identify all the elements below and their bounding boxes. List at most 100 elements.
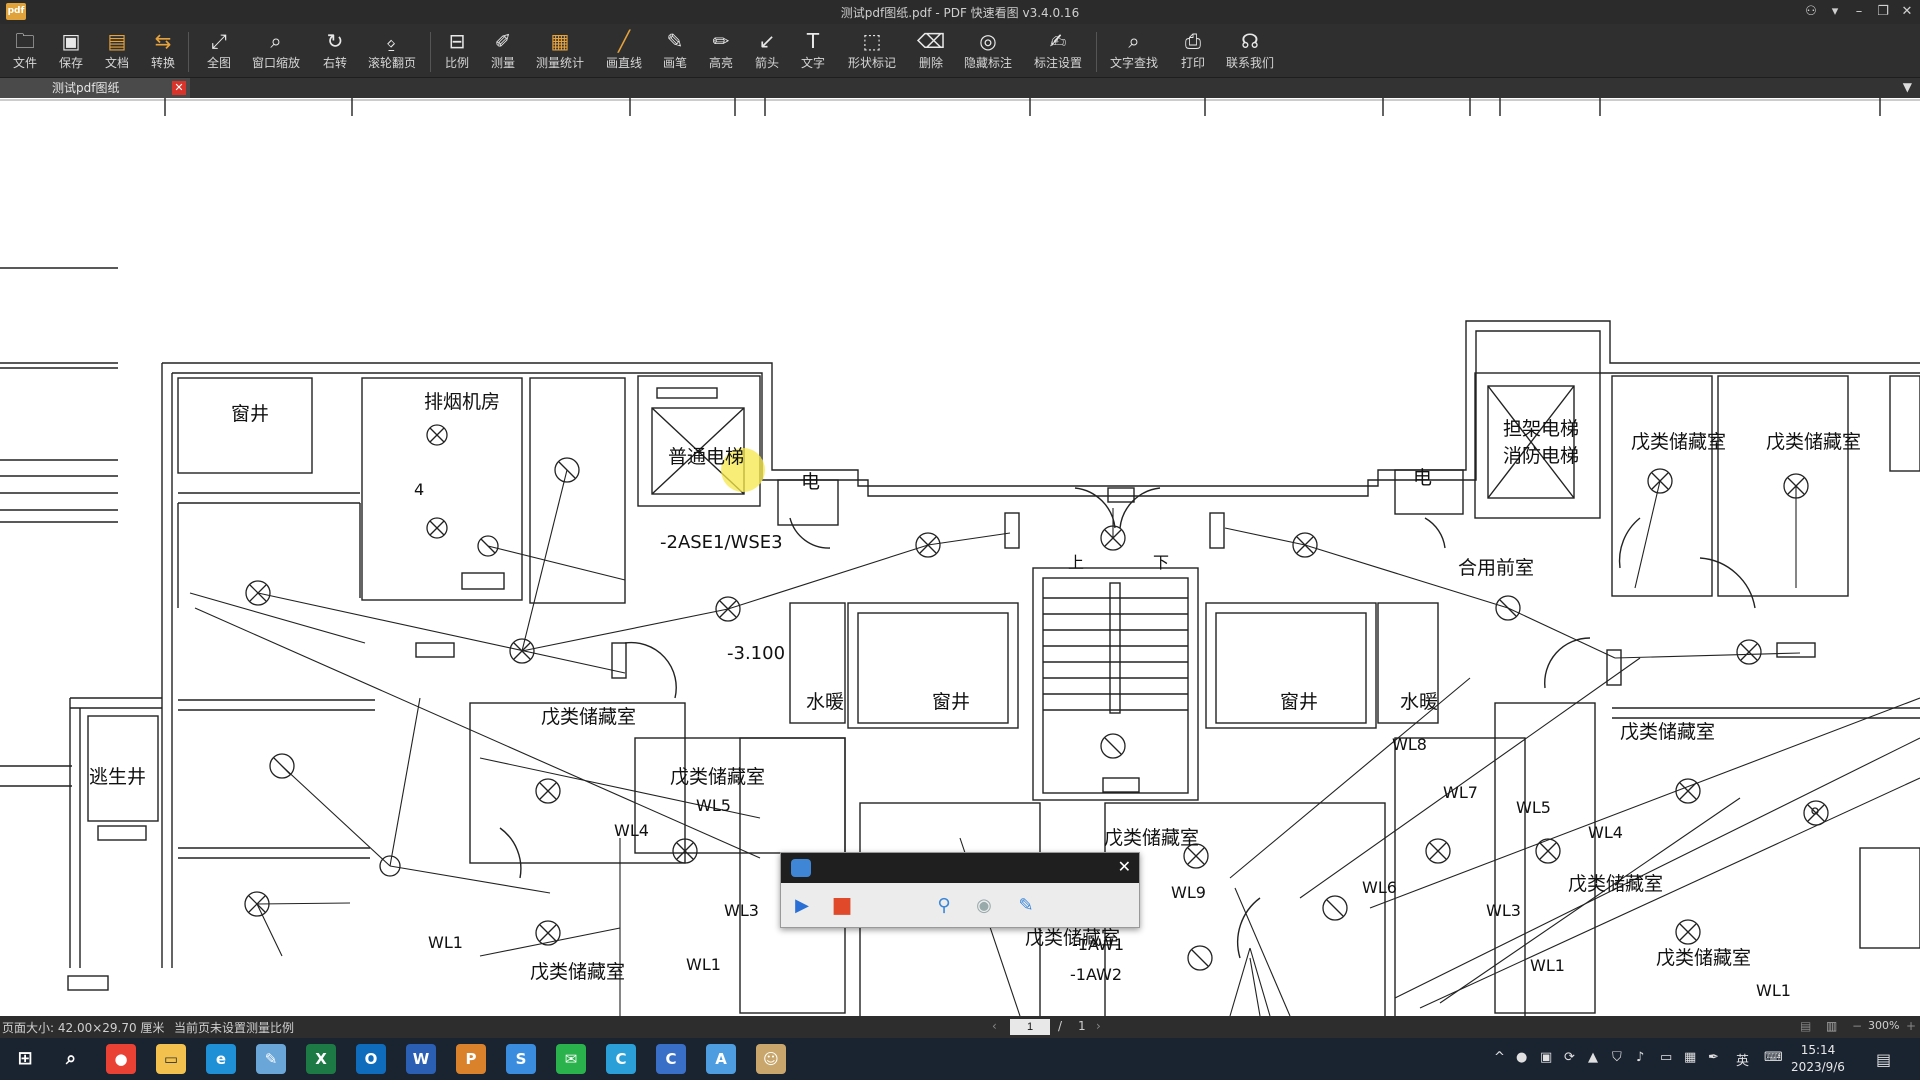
svg-text:电: 电 [1413, 467, 1432, 489]
svg-text:WL1: WL1 [1756, 981, 1791, 1000]
pen-input-icon[interactable]: ✒ [1708, 1050, 1719, 1065]
toolbar-label: 画笔 [662, 56, 687, 70]
toolbar-rotate-button[interactable]: ↻ 右转 [316, 28, 354, 76]
toolbar-wheel-page-button[interactable]: ⍚ 滚轮翻页 [364, 28, 420, 76]
file-explorer-icon[interactable]: ▭ [156, 1044, 186, 1074]
edge-icon[interactable]: e [206, 1044, 236, 1074]
toolbar-convert-button[interactable]: ⇆ 转换 [144, 28, 182, 76]
webcam-icon[interactable]: ◉ [971, 893, 997, 919]
avatar-app-icon[interactable]: ☺ [756, 1044, 786, 1074]
cad-viewer-icon[interactable]: C [656, 1044, 686, 1074]
svg-text:上: 上 [1068, 553, 1084, 572]
tab-close-icon[interactable]: ✕ [172, 81, 186, 95]
svg-text:WL8: WL8 [1392, 735, 1427, 754]
tray-security-icon[interactable]: ⛉ [1612, 1050, 1622, 1065]
toolbar-hide-annotation-button[interactable]: ◎ 隐藏标注 [960, 28, 1016, 76]
pen-annotate-icon[interactable]: ✎ [1013, 893, 1039, 919]
pin-icon[interactable]: ⚲ [931, 893, 957, 919]
ime-indicator[interactable]: 英 [1736, 1050, 1749, 1069]
system-clock[interactable]: 15:14 2023/9/6 [1788, 1042, 1848, 1076]
chrome-icon[interactable]: ● [106, 1044, 136, 1074]
recorder-close-icon[interactable]: ✕ [1118, 857, 1131, 876]
toolbar-print-button[interactable]: ⎙ 打印 [1174, 28, 1212, 76]
close-window-button[interactable]: ✕ [1896, 2, 1918, 22]
notification-icon[interactable]: ▤ [1876, 1050, 1891, 1069]
tray-outlook-icon[interactable]: ▣ [1540, 1050, 1552, 1065]
toolbar-measure-stats-button[interactable]: ▦ 测量统计 [532, 28, 588, 76]
arc-app-icon[interactable]: A [706, 1044, 736, 1074]
toolbar-measure-button[interactable]: ✐ 测量 [484, 28, 522, 76]
toolbar-text-search-button[interactable]: ⌕ 文字查找 [1106, 28, 1162, 76]
tray-sync-icon[interactable]: ⟳ [1564, 1050, 1575, 1065]
svg-text:-1AW2: -1AW2 [1070, 965, 1122, 984]
toolbar-zoom-window-button[interactable]: ⌕ 窗口缩放 [248, 28, 304, 76]
folder-icon: 🗀 [15, 29, 35, 53]
toolbar-text-button[interactable]: T 文字 [794, 28, 832, 76]
next-page-icon[interactable]: › [1096, 1019, 1101, 1033]
browser-360-icon[interactable]: C [606, 1044, 636, 1074]
recorder-header[interactable]: ✕ [781, 853, 1139, 883]
toolbar-save-button[interactable]: ▣ 保存 [52, 28, 90, 76]
outlook-icon[interactable]: O [356, 1044, 386, 1074]
toolbar-delete-button[interactable]: ⌫ 删除 [912, 28, 950, 76]
maximize-button[interactable]: ❐ [1872, 2, 1894, 22]
menu-dropdown-icon[interactable]: ▾ [1824, 2, 1846, 22]
pdf-viewer-icon[interactable]: P [456, 1044, 486, 1074]
svg-text:WL1: WL1 [428, 933, 463, 952]
toolbar-label: 测量 [490, 56, 515, 70]
store-app-icon[interactable]: S [506, 1044, 536, 1074]
view-mode-icon[interactable]: ▤ [1800, 1019, 1811, 1033]
hide-annotation-icon: ◎ [979, 29, 997, 53]
svg-text:-2ASE1/WSE3: -2ASE1/WSE3 [660, 532, 783, 553]
toolbar-scale-button[interactable]: ⊟ 比例 [438, 28, 476, 76]
toolbar-label: 删除 [918, 56, 943, 70]
screen-recorder-panel[interactable]: ✕ ▶ ■ ⚲ ◉ ✎ [780, 852, 1140, 928]
zoom-in-icon[interactable]: + [1906, 1019, 1916, 1033]
record-stop-button[interactable]: ■ [829, 893, 855, 919]
user-icon[interactable]: ⚇ [1800, 2, 1822, 22]
word-icon[interactable]: W [406, 1044, 436, 1074]
svg-text:戊类储藏室: 戊类储藏室 [1568, 873, 1663, 895]
network-icon[interactable]: ▭ [1660, 1050, 1672, 1065]
toolbar-label: 全图 [206, 56, 231, 70]
minimize-button[interactable]: – [1848, 2, 1870, 22]
view-mode-alt-icon[interactable]: ▥ [1826, 1019, 1837, 1033]
tab-document[interactable]: 测试pdf图纸 [0, 78, 190, 98]
toolbar-highlight-button[interactable]: ✏ 高亮 [702, 28, 740, 76]
svg-text:电: 电 [801, 471, 820, 493]
page-separator: / [1058, 1019, 1063, 1033]
tab-label: 测试pdf图纸 [52, 81, 120, 95]
svg-text:-1AW1: -1AW1 [1072, 935, 1124, 954]
page-number-input[interactable] [1010, 1019, 1050, 1035]
wechat-icon[interactable]: ✉ [556, 1044, 586, 1074]
excel-icon[interactable]: X [306, 1044, 336, 1074]
tray-wechat-icon[interactable]: ● [1516, 1050, 1527, 1065]
rotate-right-icon: ↻ [326, 29, 344, 53]
toolbar-fit-button[interactable]: ⤢ 全图 [200, 28, 238, 76]
toolbar-label: 标注设置 [1033, 56, 1082, 70]
eraser-icon: ⌫ [916, 29, 946, 53]
tab-menu-icon[interactable]: ▼ [1903, 80, 1912, 94]
toolbar-shape-mark-button[interactable]: ⬚ 形状标记 [844, 28, 900, 76]
svg-text:戊类储藏室: 戊类储藏室 [1104, 827, 1199, 849]
toolbar-arrow-button[interactable]: ↙ 箭头 [748, 28, 786, 76]
display-icon[interactable]: ▦ [1684, 1050, 1696, 1065]
toolbar-pen-button[interactable]: ✎ 画笔 [656, 28, 694, 76]
toolbar-document-button[interactable]: ▤ 文档 [98, 28, 136, 76]
keyboard-icon[interactable]: ⌨ [1764, 1050, 1783, 1065]
windows-start-icon[interactable]: ⊞ [10, 1044, 40, 1074]
toolbar-contact-button[interactable]: ☊ 联系我们 [1222, 28, 1278, 76]
prev-page-icon[interactable]: ‹ [992, 1019, 997, 1033]
notepad-icon[interactable]: ✎ [256, 1044, 286, 1074]
tray-expand-icon[interactable]: ^ [1494, 1050, 1505, 1065]
tray-app-icon[interactable]: ▲ [1588, 1050, 1598, 1065]
zoom-out-icon[interactable]: − [1852, 1019, 1862, 1033]
record-play-button[interactable]: ▶ [789, 893, 815, 919]
toolbar-annotation-settings-button[interactable]: ✍ 标注设置 [1030, 28, 1086, 76]
svg-text:WL9: WL9 [1171, 883, 1206, 902]
toolbar-file-button[interactable]: 🗀 文件 [6, 28, 44, 76]
toolbar-line-button[interactable]: ╱ 画直线 [602, 28, 646, 76]
search-icon[interactable]: ⌕ [56, 1044, 86, 1074]
volume-icon[interactable]: ♪ [1636, 1050, 1644, 1065]
toolbar-label: 比例 [444, 56, 469, 70]
